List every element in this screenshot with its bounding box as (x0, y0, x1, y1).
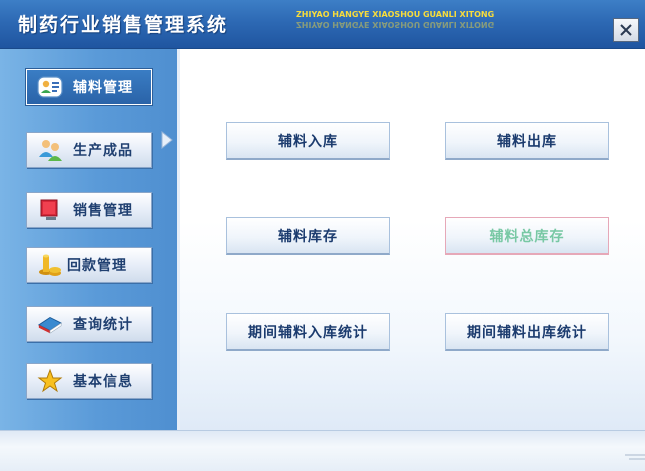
sidebar-item-auxiliary-materials[interactable]: 辅料管理 (26, 69, 152, 105)
book-icon (37, 311, 63, 337)
sidebar-item-query-statistics[interactable]: 查询统计 (26, 306, 152, 342)
sidebar-item-label: 生产成品 (73, 143, 133, 159)
sidebar-item-payment-collection[interactable]: 回款管理 (26, 247, 152, 283)
sidebar-item-label: 基本信息 (73, 374, 133, 390)
period-aux-inbound-stats-button[interactable]: 期间辅料入库统计 (226, 313, 390, 351)
close-icon (620, 24, 632, 36)
title-bar: 制药行业销售管理系统 ZHIYAO HANGYE XIAOSHOU GUANLI… (0, 0, 645, 49)
aux-inbound-button[interactable]: 辅料入库 (226, 122, 390, 160)
main-panel: 辅料入库 辅料出库 辅料库存 辅料总库存 期间辅料入库统计 期间辅料出库统计 (180, 49, 645, 430)
sidebar-item-sales-management[interactable]: 销售管理 (26, 192, 152, 228)
resize-grip-icon[interactable] (623, 453, 645, 463)
sidebar-item-label: 回款管理 (67, 258, 127, 274)
period-aux-outbound-stats-button[interactable]: 期间辅料出库统计 (445, 313, 609, 351)
people-icon (37, 137, 63, 163)
close-button[interactable] (613, 18, 639, 42)
window-title: 制药行业销售管理系统 (18, 14, 229, 36)
chevron-right-icon (161, 131, 173, 149)
sidebar-item-finished-products[interactable]: 生产成品 (26, 132, 152, 168)
sidebar-item-label: 销售管理 (73, 203, 133, 219)
aux-total-inventory-button[interactable]: 辅料总库存 (445, 217, 609, 255)
sidebar: 辅料管理 生产成品 销售管理 回款管理 查询统计 基本信息 (0, 49, 180, 430)
aux-outbound-button[interactable]: 辅料出库 (445, 122, 609, 160)
sidebar-item-label: 查询统计 (73, 317, 133, 333)
sidebar-item-basic-info[interactable]: 基本信息 (26, 363, 152, 399)
window-subtitle: ZHIYAO HANGYE XIAOSHOU GUANLI XITONG (296, 10, 495, 19)
sidebar-item-label: 辅料管理 (73, 80, 133, 96)
aux-inventory-button[interactable]: 辅料库存 (226, 217, 390, 255)
monitor-icon (37, 197, 63, 223)
star-icon (37, 368, 63, 394)
status-bar (0, 430, 645, 471)
window-subtitle-reflection: ZHIYAO HANGYE XIAOSHOU GUANLI XITONG (296, 20, 495, 29)
user-group-icon (37, 74, 63, 100)
coin-stack-icon (37, 252, 63, 278)
